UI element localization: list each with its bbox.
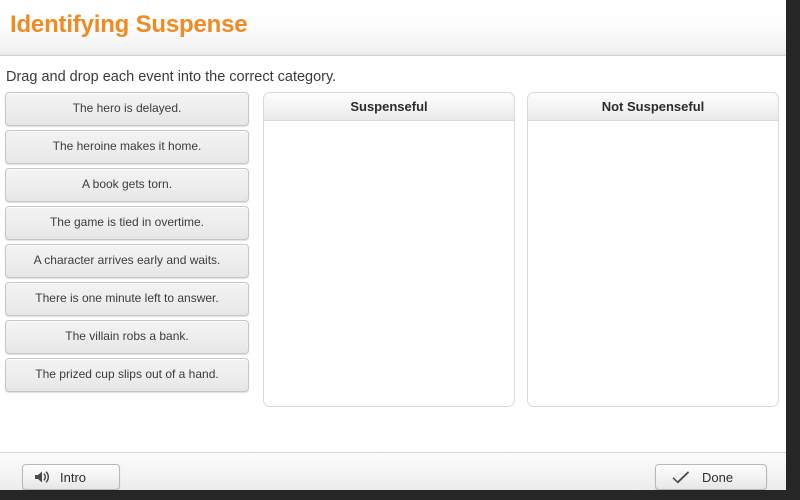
drag-item[interactable]: There is one minute left to answer. <box>5 282 249 316</box>
activity-stage: Identifying Suspense Drag and drop each … <box>0 0 786 490</box>
draggable-items-list: The hero is delayed. The heroine makes i… <box>5 92 249 396</box>
drag-item-label: The prized cup slips out of a hand. <box>35 367 219 382</box>
dropzone-title: Suspenseful <box>350 99 428 114</box>
speaker-icon <box>33 468 51 486</box>
drag-item[interactable]: The heroine makes it home. <box>5 130 249 164</box>
window-right-edge <box>786 0 800 500</box>
dropzone-header: Not Suspenseful <box>528 93 778 121</box>
drag-item[interactable]: A character arrives early and waits. <box>5 244 249 278</box>
instruction-text: Drag and drop each event into the correc… <box>6 69 337 85</box>
dropzone-header: Suspenseful <box>264 93 514 121</box>
header-bar: Identifying Suspense <box>0 0 786 56</box>
drag-item-label: The hero is delayed. <box>72 101 182 116</box>
drag-item-label: The villain robs a bank. <box>65 329 189 344</box>
dropzone-title: Not Suspenseful <box>601 99 705 114</box>
drag-item[interactable]: A book gets torn. <box>5 168 249 202</box>
done-button-label: Done <box>702 469 734 485</box>
intro-button[interactable]: Intro <box>22 464 120 490</box>
page-title: Identifying Suspense <box>10 11 248 38</box>
dropzone-suspenseful[interactable]: Suspenseful <box>263 92 515 407</box>
drag-item-label: A character arrives early and waits. <box>33 253 221 268</box>
drag-item[interactable]: The game is tied in overtime. <box>5 206 249 240</box>
window-bottom-edge <box>0 490 800 500</box>
drag-item-label: The heroine makes it home. <box>52 139 202 154</box>
drag-item-label: The game is tied in overtime. <box>49 215 205 230</box>
drag-item[interactable]: The villain robs a bank. <box>5 320 249 354</box>
dropzone-body[interactable] <box>528 121 778 406</box>
checkmark-icon <box>672 468 690 486</box>
drag-item-label: A book gets torn. <box>81 177 173 192</box>
drag-item[interactable]: The prized cup slips out of a hand. <box>5 358 249 392</box>
bottom-toolbar: Intro Done <box>0 452 786 490</box>
activity-window: Identifying Suspense Drag and drop each … <box>0 0 800 500</box>
dropzone-body[interactable] <box>264 121 514 406</box>
dropzone-not-suspenseful[interactable]: Not Suspenseful <box>527 92 779 407</box>
drag-item-label: There is one minute left to answer. <box>35 291 219 306</box>
intro-button-label: Intro <box>60 469 87 485</box>
drag-item[interactable]: The hero is delayed. <box>5 92 249 126</box>
done-button[interactable]: Done <box>655 464 767 490</box>
